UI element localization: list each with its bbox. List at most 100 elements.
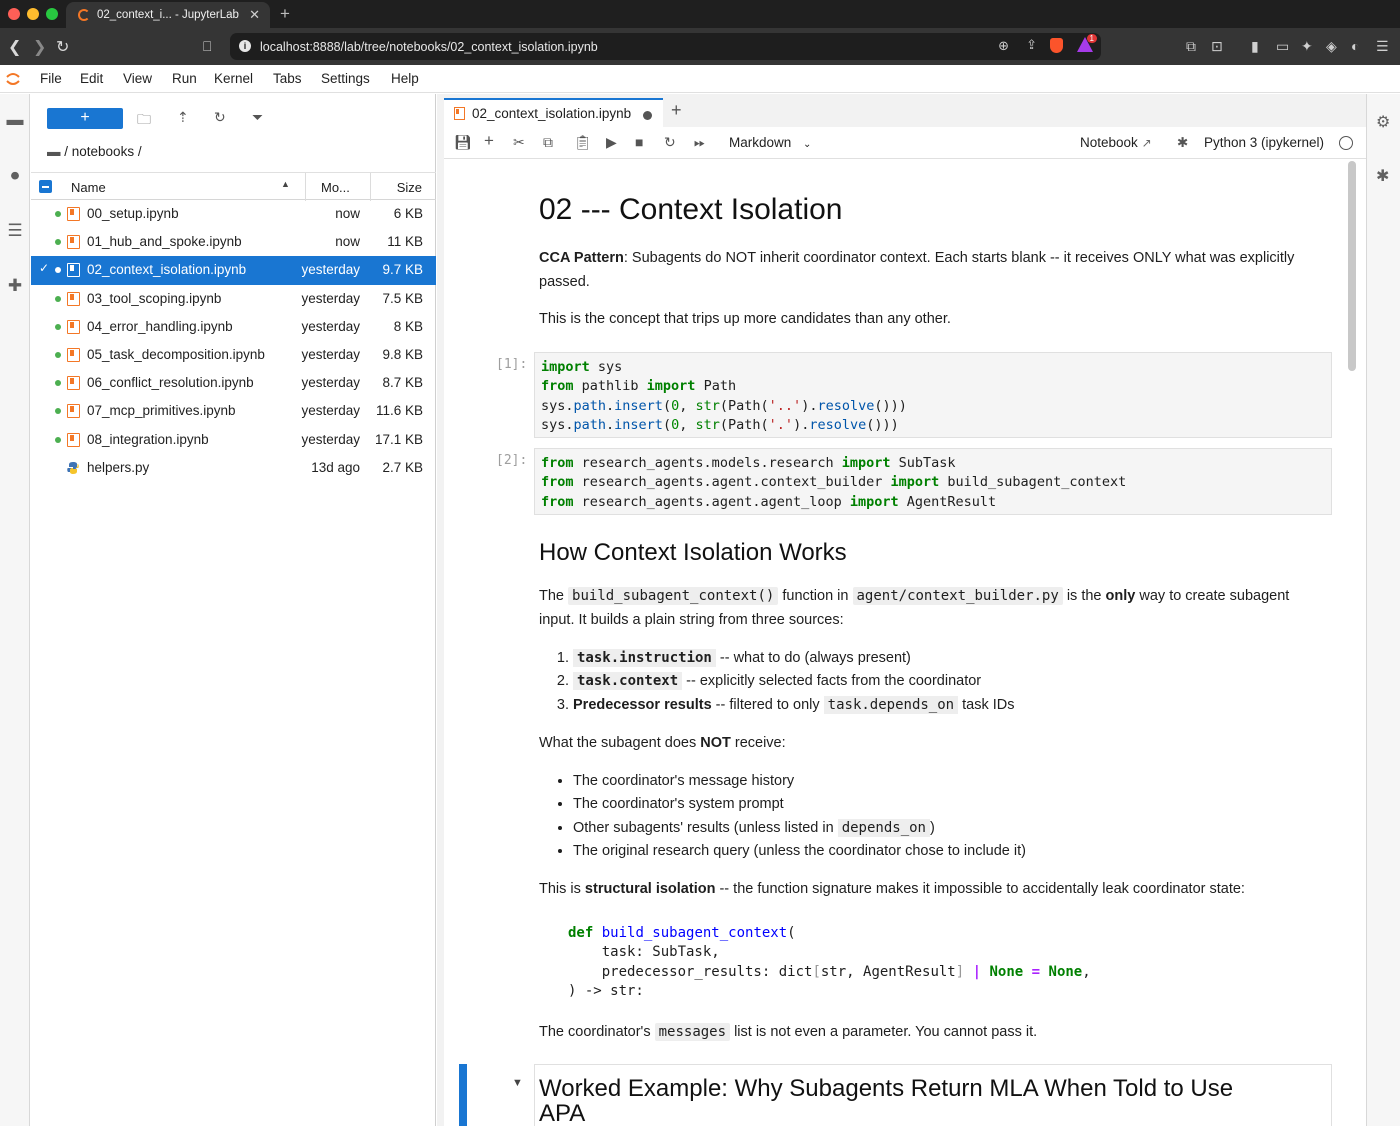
- file-row[interactable]: 03_tool_scoping.ipynb yesterday 7.5 KB: [31, 285, 436, 313]
- extensions-puzzle-icon[interactable]: ✚: [5, 276, 25, 296]
- new-launcher-button[interactable]: +: [47, 108, 123, 129]
- file-row[interactable]: 00_setup.ipynb now 6 KB: [31, 200, 436, 228]
- open-in-notebook-button[interactable]: Notebook ↗: [1080, 135, 1152, 150]
- jupyter-logo-icon: [6, 73, 20, 85]
- menu-tabs[interactable]: Tabs: [273, 71, 302, 86]
- paste-icon[interactable]: 📋︎: [574, 134, 592, 151]
- menu-file[interactable]: File: [40, 71, 62, 86]
- worked-example-heading: Worked Example: Why Subagents Return MLA…: [539, 1075, 1234, 1126]
- browser-tab-title: 02_context_i... - JupyterLab: [97, 9, 239, 21]
- file-row[interactable]: 05_task_decomposition.ipynb yesterday 9.8 …: [31, 341, 436, 369]
- breadcrumb[interactable]: ▬ / notebooks /: [47, 144, 142, 159]
- menu-run[interactable]: Run: [172, 71, 197, 86]
- site-info-icon[interactable]: i: [239, 40, 251, 52]
- browser-tab[interactable]: 02_context_i... - JupyterLab ✕: [66, 2, 270, 28]
- sidebar-toggle-icon[interactable]: ▮: [1251, 38, 1259, 55]
- file-modified: yesterday: [301, 403, 360, 419]
- code-cell-1[interactable]: import sys from pathlib import Path sys.…: [534, 352, 1332, 438]
- close-window-button[interactable]: [8, 8, 20, 20]
- file-modified: yesterday: [301, 375, 360, 391]
- menu-edit[interactable]: Edit: [80, 71, 103, 86]
- notebook-tab[interactable]: 02_context_isolation.ipynb: [444, 98, 663, 127]
- breadcrumb-text[interactable]: / notebooks /: [64, 144, 141, 159]
- file-name: 04_error_handling.ipynb: [87, 318, 233, 334]
- screenshot-icon[interactable]: ⊡: [1211, 38, 1223, 55]
- property-inspector-icon[interactable]: ⚙: [1376, 112, 1390, 132]
- file-row[interactable]: ✓ 02_context_isolation.ipynb yesterday 9.7 …: [31, 256, 436, 285]
- sort-ascending-icon[interactable]: ▲: [281, 179, 290, 189]
- notebook-file-icon: [67, 291, 80, 306]
- folder-icon[interactable]: ▬: [5, 110, 25, 130]
- maximize-window-button[interactable]: [46, 8, 58, 20]
- menu-view[interactable]: View: [123, 71, 152, 86]
- file-row[interactable]: 08_integration.ipynb yesterday 17.1 KB: [31, 426, 436, 454]
- column-name-header[interactable]: Name: [71, 180, 106, 195]
- reload-icon[interactable]: ↻: [56, 37, 69, 57]
- new-launcher-tab-button[interactable]: +: [671, 100, 682, 121]
- extensions-icon[interactable]: ⧉: [1186, 38, 1196, 55]
- stop-icon[interactable]: ■: [635, 134, 643, 150]
- running-kernels-icon[interactable]: ⏺: [5, 166, 25, 186]
- menu-icon[interactable]: ☰: [1376, 38, 1389, 55]
- new-tab-button[interactable]: +: [280, 4, 290, 24]
- vpn-icon[interactable]: ◈: [1326, 38, 1337, 55]
- file-name: 00_setup.ipynb: [87, 206, 179, 221]
- column-modified-header[interactable]: Mo...: [321, 180, 350, 195]
- fast-forward-icon[interactable]: ⏩︎: [694, 134, 705, 151]
- file-row[interactable]: helpers.py 13d ago 2.7 KB: [31, 454, 436, 482]
- upload-icon[interactable]: ⇡: [177, 109, 189, 126]
- new-folder-icon[interactable]: 🗀: [137, 109, 151, 133]
- forward-icon[interactable]: ❯: [33, 37, 46, 57]
- share-icon[interactable]: ⇪: [1026, 37, 1037, 53]
- menu-kernel[interactable]: Kernel: [214, 71, 253, 86]
- folder-crumb-icon[interactable]: ▬: [47, 144, 61, 159]
- minimize-window-button[interactable]: [27, 8, 39, 20]
- notebook-scrollbar[interactable]: [1348, 161, 1356, 371]
- profile-icon[interactable]: ◐: [1351, 38, 1359, 54]
- file-modified: yesterday: [301, 346, 360, 362]
- filter-icon[interactable]: ⏷: [252, 109, 263, 126]
- active-cell-indicator[interactable]: [459, 1064, 467, 1126]
- refresh-icon[interactable]: ↻: [214, 109, 226, 126]
- external-link-icon: ↗: [1141, 136, 1152, 150]
- close-tab-icon[interactable]: ✕: [249, 7, 260, 23]
- cell-type-select[interactable]: Markdown ⌄: [729, 135, 811, 150]
- save-icon[interactable]: 💾︎: [454, 134, 472, 151]
- zoom-icon[interactable]: ⊕: [998, 38, 1009, 54]
- table-of-contents-icon[interactable]: ☰: [5, 221, 25, 241]
- notebook-body[interactable]: 02 --- Context Isolation CCA Pattern: Su…: [444, 159, 1366, 1126]
- wallet-icon[interactable]: ▭: [1276, 38, 1289, 55]
- file-modified: yesterday: [301, 290, 360, 306]
- url-field[interactable]: i localhost:8888/lab/tree/notebooks/02_c…: [230, 33, 1101, 60]
- file-row[interactable]: 04_error_handling.ipynb yesterday 8 KB: [31, 313, 436, 341]
- run-icon[interactable]: ▶: [606, 134, 617, 151]
- select-all-checkbox[interactable]: [39, 180, 52, 193]
- main-dock-area: 02_context_isolation.ipynb + 💾︎ + ✂ ⧉ 📋︎…: [437, 94, 1366, 1126]
- back-icon[interactable]: ❮: [8, 37, 21, 57]
- code-cell-2[interactable]: from research_agents.models.research imp…: [534, 448, 1332, 515]
- menu-settings[interactable]: Settings: [321, 71, 370, 86]
- insert-cell-icon[interactable]: +: [484, 131, 494, 151]
- cut-icon[interactable]: ✂: [513, 134, 525, 151]
- checkmark-icon[interactable]: ✓: [39, 261, 49, 275]
- brave-shield-icon[interactable]: [1050, 38, 1063, 53]
- file-size: 2.7 KB: [382, 459, 423, 475]
- debugger-sidebar-icon[interactable]: ✱: [1376, 166, 1389, 186]
- running-indicator-icon: [55, 267, 61, 274]
- kernel-name-button[interactable]: Python 3 (ipykernel): [1204, 135, 1324, 150]
- file-row[interactable]: 01_hub_and_spoke.ipynb now 11 KB: [31, 228, 436, 256]
- bookmark-icon[interactable]: ⎕: [203, 38, 211, 55]
- copy-icon[interactable]: ⧉: [543, 134, 553, 151]
- menu-help[interactable]: Help: [391, 71, 419, 86]
- debugger-icon[interactable]: ✱: [1177, 135, 1188, 151]
- collapse-caret-icon[interactable]: ▼: [512, 1077, 523, 1089]
- leo-ai-icon[interactable]: ✦: [1301, 38, 1313, 55]
- unsaved-indicator-icon[interactable]: [643, 111, 652, 120]
- file-row[interactable]: 07_mcp_primitives.ipynb yesterday 11.6 KB: [31, 397, 436, 425]
- column-size-header[interactable]: Size: [397, 180, 422, 195]
- cell-type-value: Markdown: [729, 135, 792, 150]
- excluded-list: The coordinator's message history The co…: [539, 770, 1026, 863]
- file-row[interactable]: 06_conflict_resolution.ipynb yesterday 8.7…: [31, 369, 436, 397]
- structural-paragraph: This is structural isolation -- the func…: [539, 878, 1299, 902]
- restart-icon[interactable]: ↻: [664, 134, 676, 151]
